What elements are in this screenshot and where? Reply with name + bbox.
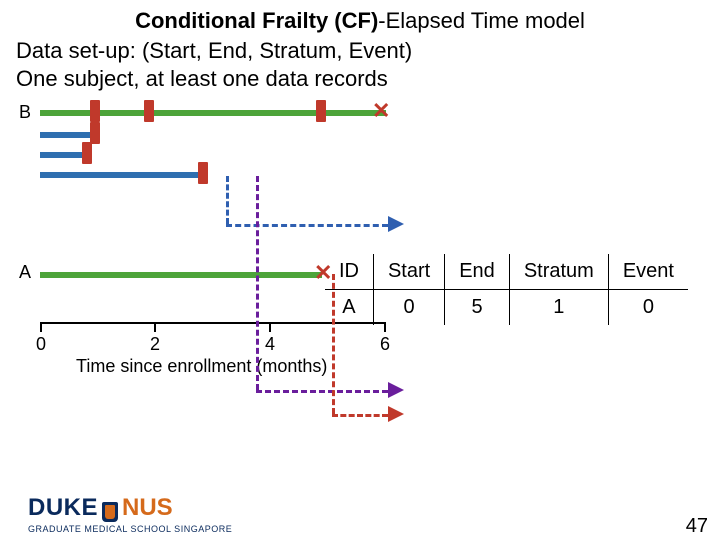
data-table: ID Start End Stratum Event A 0 5 1 0 [325,254,688,325]
subtitle-line-1: Data set-up: (Start, End, Stratum, Event… [16,38,704,64]
connector-line [256,176,259,390]
logo-nus-text: NUS [122,494,173,522]
arrow-right-icon [388,216,404,232]
logo: DUKE NUS GRADUATE MEDICAL SCHOOL SINGAPO… [28,494,232,534]
shield-icon [102,502,118,522]
logo-duke-text: DUKE [28,494,98,522]
slide-title: Conditional Frailty (CF)-Elapsed Time mo… [40,8,680,34]
x-tick-label: 6 [380,334,390,355]
cell-id: A [325,290,374,326]
logo-subtitle: GRADUATE MEDICAL SCHOOL SINGAPORE [28,524,232,534]
cell-event: 0 [608,290,688,326]
connector-line [226,224,388,227]
subtitle-line-2: One subject, at least one data records [16,66,704,92]
connector-line [226,176,229,224]
x-tick-label: 2 [150,334,160,355]
y-label-A: A [16,262,34,283]
title-bold: Conditional Frailty (CF) [135,8,378,33]
x-tick [269,322,271,332]
title-rest: -Elapsed Time model [378,8,585,33]
event-marker-icon [90,122,100,144]
track-A-green [40,272,322,278]
x-axis-label: Time since enrollment (months) [76,356,327,377]
logo-top: DUKE NUS [28,494,232,522]
col-start: Start [373,254,444,290]
table-row: A 0 5 1 0 [325,290,688,326]
cell-stratum: 1 [509,290,608,326]
event-marker-icon [144,100,154,122]
arrow-right-icon [388,382,404,398]
event-marker-icon [82,142,92,164]
x-tick-label: 0 [36,334,46,355]
col-end: End [445,254,510,290]
event-marker-icon [198,162,208,184]
event-marker-icon [90,100,100,122]
event-marker-icon [316,100,326,122]
arrow-right-icon [388,406,404,422]
track-blue-3 [40,172,208,178]
x-tick [154,322,156,332]
col-id: ID [325,254,374,290]
col-event: Event [608,254,688,290]
y-label-B: B [16,102,34,123]
x-tick [40,322,42,332]
x-tick-label: 4 [265,334,275,355]
censor-x-icon: ✕ [372,98,390,124]
cell-end: 5 [445,290,510,326]
page-number: 47 [686,515,708,538]
table-header-row: ID Start End Stratum Event [325,254,688,290]
content-stage: B ✕ A ✕ 0 2 4 6 Time since enrollment (m… [16,98,704,418]
connector-line [256,390,388,393]
cell-start: 0 [373,290,444,326]
connector-line [332,414,388,417]
col-stratum: Stratum [509,254,608,290]
